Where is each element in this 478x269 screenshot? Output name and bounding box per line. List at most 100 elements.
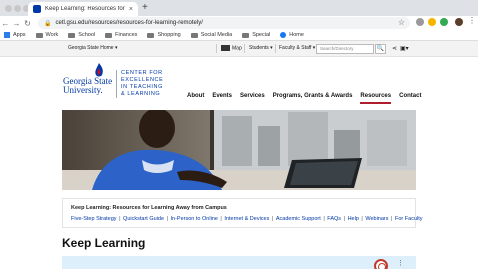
back-button[interactable]: ← [0,19,11,28]
students-dropdown[interactable]: Students ▾ [249,45,273,51]
link-quickstart-guide[interactable]: Quickstart Guide [123,216,164,222]
share-icon[interactable]: ⋖ [392,45,397,52]
folder-icon [105,32,113,38]
bookmark-special[interactable]: Special [242,32,270,38]
cetl-line: & LEARNING [121,91,161,97]
link-webinars[interactable]: Webinars [365,216,388,222]
bookmark-label: Apps [13,32,26,38]
folder-icon [68,32,76,38]
lock-icon: 🔒 [44,20,52,27]
nav-contact[interactable]: Contact [399,93,421,104]
site-utility-bar: Georgia State Home ▾ Map Students ▾ Facu… [0,41,478,57]
bookmark-home[interactable]: Home [280,32,304,38]
separator: | [321,216,327,222]
lifebuoy-help-icon[interactable] [374,259,388,269]
bookmark-label: Finances [115,32,138,38]
separator: | [389,216,395,222]
cetl-wordmark: CENTER FOR EXCELLENCE IN TEACHING & LEAR… [116,70,163,98]
link-help[interactable]: Help [348,216,359,222]
apps-grid-icon [4,32,10,38]
link-academic-support[interactable]: Academic Support [276,216,321,222]
directory-search-input[interactable]: Search/Directory [316,44,374,54]
bookmark-label: Work [45,32,59,38]
more-options-icon[interactable]: ⋮ [397,259,404,267]
extension-icon[interactable] [416,18,424,26]
cetl-line: CENTER FOR [121,70,163,76]
faculty-staff-dropdown[interactable]: Faculty & Staff ▾ [279,45,315,51]
address-bar[interactable]: 🔒 cetl.gsu.edu/resources/resources-for-l… [38,17,410,29]
map-icon [221,45,230,51]
window-close-dot[interactable] [5,5,12,12]
tab-title: Keep Learning: Resources for [45,6,125,12]
folder-icon [35,32,43,38]
link-for-faculty[interactable]: For Faculty [395,216,423,222]
separator: | [359,216,365,222]
gsu-wordmark: Georgia State University. [63,76,113,95]
quicklinks-list: Five-Step Strategy | Quickstart Guide | … [71,216,423,222]
separator: | [117,216,123,222]
extension-icon[interactable] [440,18,448,26]
cetl-line: EXCELLENCE [121,77,164,83]
separator: | [342,216,347,222]
extension-icon[interactable] [428,18,436,26]
quicklinks-title: Keep Learning: Resources for Learning Aw… [71,205,227,211]
nav-resources[interactable]: Resources [360,93,392,104]
nav-services[interactable]: Services [240,93,265,104]
facebook-icon [280,32,287,38]
bookmark-shopping[interactable]: Shopping [147,32,181,38]
bookmark-social-media[interactable]: Social Media [190,32,233,38]
keep-learning-quicklinks: Keep Learning: Resources for Learning Aw… [62,198,423,228]
bookmarks-bar: Apps Work School Finances Shopping Social Med… [0,30,478,41]
folder-icon [242,32,250,38]
link-faqs[interactable]: FAQs [327,216,341,222]
bookmark-star-icon[interactable]: ☆ [398,18,405,27]
reload-button[interactable]: ↻ [22,19,33,28]
bookmark-finances[interactable]: Finances [105,32,137,38]
page-title: Keep Learning [62,236,146,250]
divider [244,44,245,53]
separator: | [270,216,275,222]
hero-photo-student-laptop [62,110,416,190]
new-tab-button[interactable]: + [142,2,148,13]
browser-toolbar: ← → ↻ 🔒 cetl.gsu.edu/resources/resources… [0,16,478,30]
nav-about[interactable]: About [187,93,204,104]
forward-button[interactable]: → [11,19,22,28]
browser-menu-icon[interactable]: ⋮ [468,16,476,25]
gsu-home-dropdown[interactable]: Georgia State Home ▾ [68,45,117,51]
bookmark-school[interactable]: School [68,32,95,38]
bookmark-apps[interactable]: Apps [4,32,26,38]
main-navigation: About Events Services Programs, Grants &… [187,93,429,104]
browser-tab[interactable]: Keep Learning: Resources for × [28,2,138,16]
nav-events[interactable]: Events [212,93,232,104]
map-link[interactable]: Map [221,45,242,51]
bookmark-label: Social Media [200,32,233,38]
profile-avatar[interactable] [455,18,463,26]
link-internet-devices[interactable]: Internet & Devices [224,216,269,222]
info-callout [62,256,416,269]
folder-icon [190,32,198,38]
bookmark-label: Special [252,32,271,38]
map-label: Map [232,45,242,52]
link-in-person-to-online[interactable]: In-Person to Online [171,216,218,222]
nav-programs[interactable]: Programs, Grants & Awards [273,93,353,104]
divider [216,44,217,53]
bookmark-label: School [78,32,96,38]
separator: | [218,216,224,222]
url-text: cetl.gsu.edu/resources/resources-for-lea… [55,20,203,26]
hero-image [62,110,416,190]
folder-icon [147,32,155,38]
site-favicon-icon [33,5,41,13]
search-button[interactable]: 🔍 [375,44,386,54]
browser-tab-strip: Keep Learning: Resources for × + [0,0,478,16]
bookmark-work[interactable]: Work [35,32,59,38]
tab-close-icon[interactable]: × [129,6,133,13]
divider [275,44,276,53]
bookmark-label: Shopping [157,32,181,38]
separator: | [165,216,170,222]
print-icon[interactable]: ▣▾ [400,45,409,52]
window-minimize-dot[interactable] [14,5,21,12]
bookmark-label: Home [289,32,304,38]
cetl-logo[interactable]: Georgia State University. CENTER FOR EXC… [63,63,173,103]
link-five-step-strategy[interactable]: Five-Step Strategy [71,216,117,222]
cetl-line: IN TEACHING [121,84,163,90]
